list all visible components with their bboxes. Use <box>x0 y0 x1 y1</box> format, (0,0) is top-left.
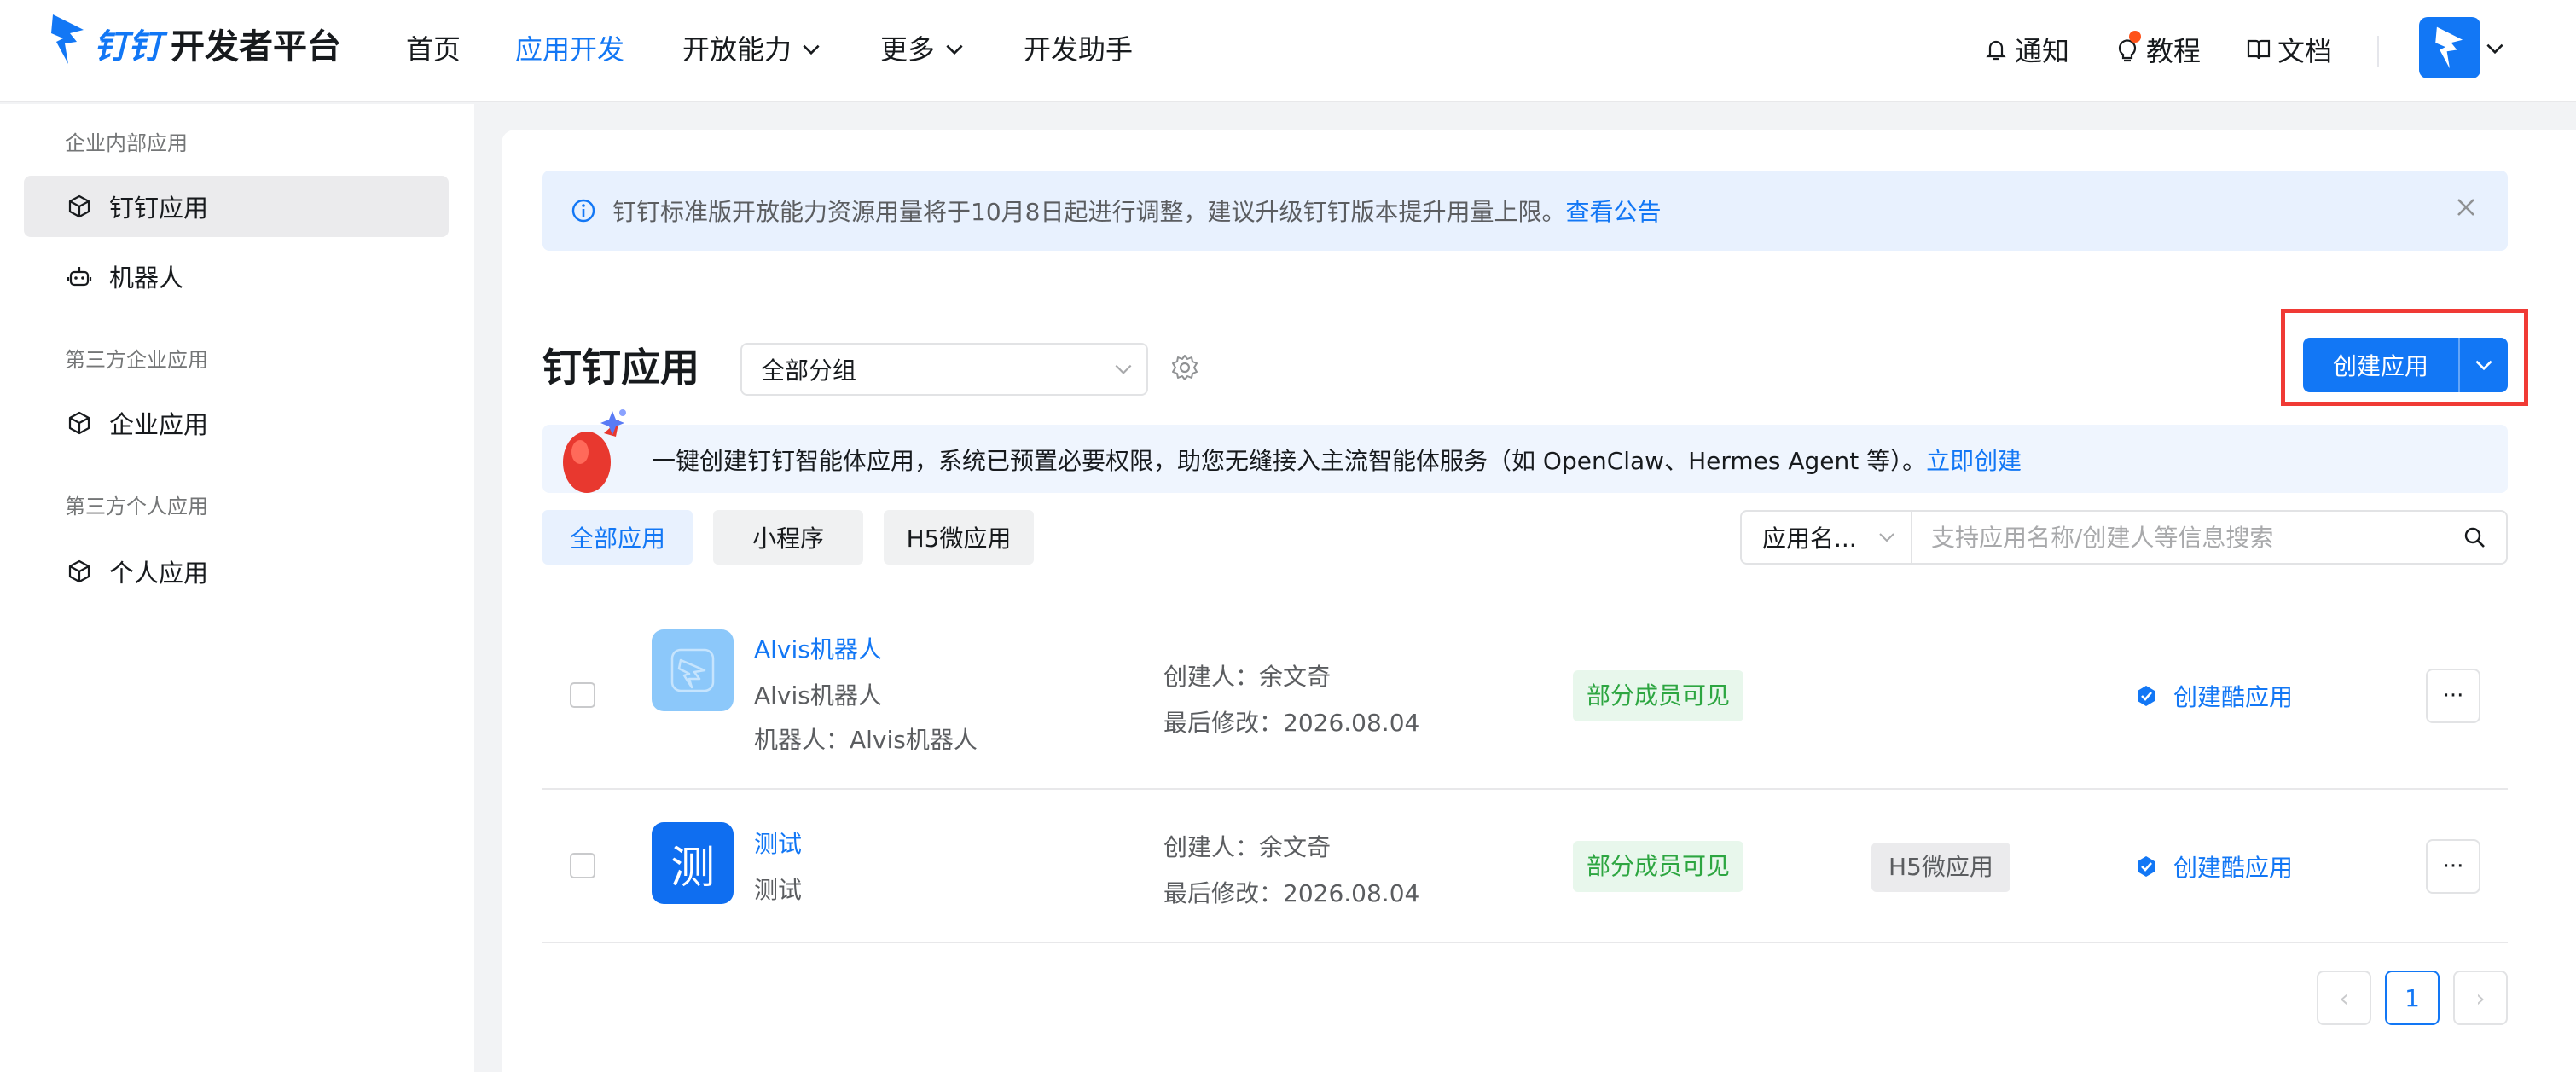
create-cool-app-link[interactable]: 创建酷应用 <box>2132 679 2293 713</box>
app-last-modified: 最后修改：2026.08.04 <box>1163 709 1420 737</box>
cube-icon <box>68 194 90 218</box>
docs-button[interactable]: 文档 <box>2245 31 2332 68</box>
new-badge-dot <box>2129 31 2141 43</box>
sidebar-group-third-party-personal: 第三方个人应用 <box>65 495 208 519</box>
pagination-page[interactable]: 1 <box>2385 971 2440 1025</box>
tutorial-button[interactable]: 教程 <box>2114 31 2201 68</box>
notice-link[interactable]: 查看公告 <box>1565 194 1661 228</box>
platform-logo[interactable]: 钉钉 开发者平台 <box>49 12 341 67</box>
tab-mini-program[interactable]: 小程序 <box>713 510 863 565</box>
app-name-link[interactable]: Alvis机器人 <box>754 631 882 665</box>
tab-all-apps[interactable]: 全部应用 <box>542 510 693 565</box>
row-checkbox[interactable] <box>570 853 595 878</box>
agent-promo-text: 一键创建钉钉智能体应用，系统已预置必要权限，助您无缝接入主流智能体服务（如 Op… <box>652 447 2022 475</box>
dingtalk-robot-app-icon <box>670 648 715 692</box>
close-icon[interactable] <box>2453 194 2479 220</box>
pagination-next[interactable]: › <box>2453 971 2508 1025</box>
chevron-down-icon <box>946 44 963 55</box>
sidebar-item-enterprise-apps[interactable]: 企业应用 <box>24 392 449 454</box>
main-content-card <box>502 130 2576 1072</box>
cool-app-icon <box>2138 686 2155 706</box>
nav-dev-assistant[interactable]: 开发助手 <box>1024 31 1133 68</box>
dingtalk-avatar-icon <box>2435 26 2463 69</box>
nav-app-dev[interactable]: 应用开发 <box>515 31 624 68</box>
group-select[interactable]: 全部分组 <box>740 343 1148 396</box>
search-icon[interactable] <box>2462 524 2487 550</box>
sidebar-item-personal-apps[interactable]: 个人应用 <box>24 541 449 602</box>
nav-open-capabilities[interactable]: 开放能力 <box>682 31 822 68</box>
visibility-badge: 部分成员可见 <box>1573 841 1744 892</box>
chevron-down-icon <box>2475 360 2492 371</box>
app-description: 测试 <box>754 876 803 904</box>
user-avatar[interactable] <box>2419 17 2480 78</box>
app-icon: 测 <box>652 822 734 904</box>
more-actions-button[interactable]: ··· <box>2426 669 2480 723</box>
app-name-link[interactable]: 测试 <box>754 826 802 860</box>
more-actions-button[interactable]: ··· <box>2426 839 2480 894</box>
create-app-button[interactable]: 创建应用 <box>2303 338 2508 392</box>
bell-icon <box>1986 40 2006 61</box>
chevron-down-icon <box>803 44 820 55</box>
cube-icon <box>68 411 90 435</box>
cube-icon <box>68 559 90 583</box>
search-scope-select[interactable]: 应用名... <box>1742 512 1912 563</box>
notice-text: 钉钉标准版开放能力资源用量将于10月8日起进行调整，建议升级钉钉版本提升用量上限… <box>612 198 1566 226</box>
row-checkbox[interactable] <box>570 682 595 708</box>
search-input[interactable] <box>1912 513 2462 562</box>
sidebar-item-robot[interactable]: 机器人 <box>24 246 449 307</box>
tab-h5-app[interactable]: H5微应用 <box>884 510 1034 565</box>
notice-banner: 钉钉标准版开放能力资源用量将于10月8日起进行调整，建议升级钉钉版本提升用量上限… <box>542 171 2508 251</box>
app-creator: 创建人：余文奇 <box>1163 663 1332 691</box>
agent-promo-link[interactable]: 立即创建 <box>1926 447 2022 475</box>
book-icon <box>2247 39 2271 60</box>
cool-app-icon <box>2138 856 2155 877</box>
dingtalk-logo-icon <box>51 14 84 64</box>
nav-more[interactable]: 更多 <box>880 31 966 68</box>
sidebar: 企业内部应用 钉钉应用 机器人 第三方企业应用 企业应用 第三方个人应用 个人应… <box>0 104 474 1072</box>
chevron-down-icon[interactable] <box>2484 38 2506 60</box>
notify-button[interactable]: 通知 <box>1982 31 2069 68</box>
app-description: Alvis机器人 <box>754 681 882 710</box>
lobster-mascot-icon <box>563 409 626 493</box>
sidebar-group-internal: 企业内部应用 <box>65 131 188 155</box>
gear-icon[interactable] <box>1170 353 1199 382</box>
sidebar-group-third-party-enterprise: 第三方企业应用 <box>65 348 208 372</box>
app-robot-name: 机器人：Alvis机器人 <box>754 726 978 754</box>
page-title: 钉钉应用 <box>542 345 699 391</box>
robot-icon <box>67 267 92 287</box>
chevron-down-icon <box>1879 533 1894 542</box>
nav-home[interactable]: 首页 <box>406 31 461 68</box>
sidebar-item-dingtalk-apps[interactable]: 钉钉应用 <box>24 176 449 237</box>
platform-name: 钉钉 开发者平台 <box>94 27 341 67</box>
row-divider <box>542 788 2508 790</box>
toolbar-divider <box>2377 36 2379 67</box>
app-last-modified: 最后修改：2026.08.04 <box>1163 879 1420 907</box>
pagination-prev[interactable]: ‹ <box>2317 971 2371 1025</box>
app-type-badge: H5微应用 <box>1871 843 2010 892</box>
top-navbar: 钉钉 开发者平台 首页 应用开发 开放能力 更多 开发助手 通知 教程 文档 <box>0 0 2576 102</box>
app-creator: 创建人：余文奇 <box>1163 833 1332 861</box>
chevron-down-icon <box>1115 364 1132 374</box>
visibility-badge: 部分成员可见 <box>1573 670 1744 721</box>
info-icon <box>571 199 595 223</box>
create-app-dropdown[interactable] <box>2460 354 2508 376</box>
app-icon <box>652 629 734 711</box>
row-divider <box>542 942 2508 943</box>
search-box: 应用名... <box>1740 510 2508 565</box>
create-cool-app-link[interactable]: 创建酷应用 <box>2132 849 2293 884</box>
bulb-icon <box>2114 31 2141 63</box>
